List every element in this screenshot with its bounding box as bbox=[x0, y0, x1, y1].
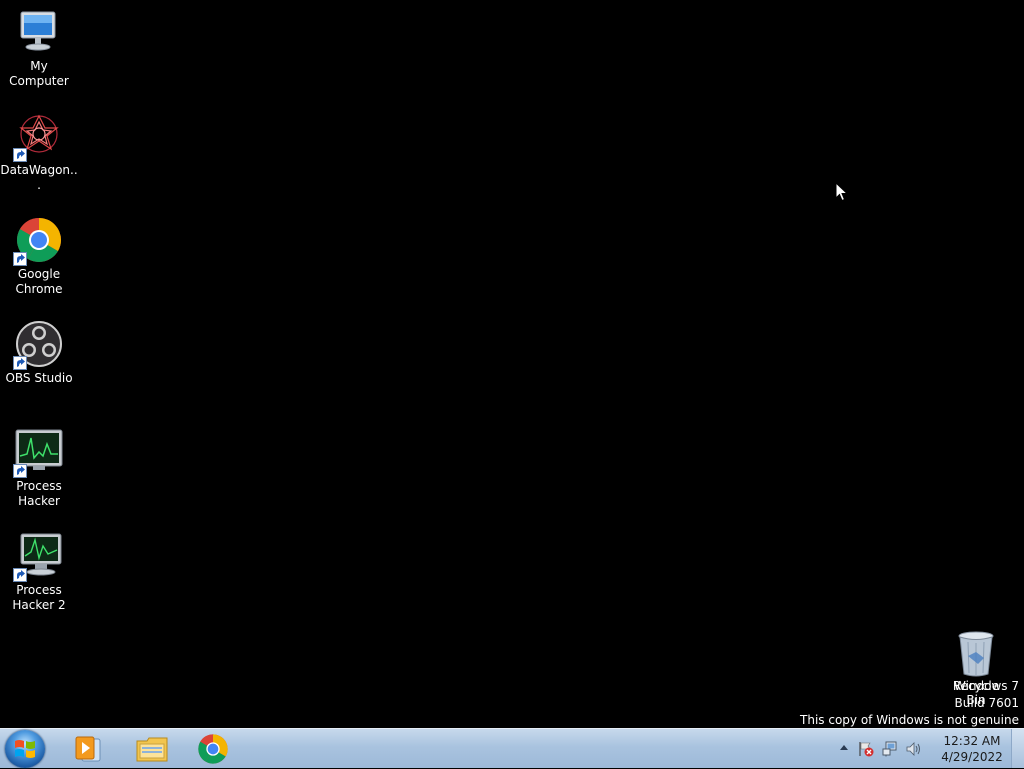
shortcut-arrow-icon bbox=[13, 252, 27, 266]
show-desktop-button[interactable] bbox=[1011, 729, 1024, 768]
desktop-icon-datawagon[interactable]: DataWagon... bbox=[0, 112, 78, 193]
process-hacker-icon bbox=[13, 428, 63, 478]
taskbar-media-player-button[interactable] bbox=[62, 731, 112, 767]
desktop-icon-process-hacker-2[interactable]: Process Hacker 2 bbox=[0, 532, 78, 613]
file-explorer-icon bbox=[136, 737, 168, 762]
taskbar-file-explorer-button[interactable] bbox=[126, 731, 176, 767]
shortcut-arrow-icon bbox=[13, 464, 27, 478]
action-center-flag-icon[interactable] bbox=[858, 741, 874, 757]
icon-label: Google Chrome bbox=[15, 267, 63, 296]
icon-label: DataWagon... bbox=[0, 163, 78, 192]
icon-label: Process Hacker 2 bbox=[12, 583, 66, 612]
shortcut-arrow-icon bbox=[13, 356, 27, 370]
windows-logo-icon bbox=[15, 740, 35, 758]
watermark-build: Build 7601 bbox=[954, 696, 1019, 710]
desktop: My Computer DataWagon... Google Chrome O… bbox=[0, 0, 1024, 728]
desktop-icon-obs-studio[interactable]: OBS Studio bbox=[0, 320, 78, 386]
watermark-genuine-notice: This copy of Windows is not genuine bbox=[800, 713, 1019, 727]
icon-label: OBS Studio bbox=[5, 371, 73, 385]
volume-icon[interactable] bbox=[906, 741, 922, 757]
datawagon-icon bbox=[13, 112, 63, 162]
watermark-os-name: Windows 7 bbox=[953, 679, 1019, 693]
taskbar-chrome-button[interactable] bbox=[188, 731, 238, 767]
mouse-pointer-icon bbox=[835, 181, 849, 206]
shortcut-arrow-icon bbox=[13, 568, 27, 582]
clock-date: 4/29/2022 bbox=[941, 750, 1003, 764]
clock-time: 12:32 AM bbox=[943, 734, 1001, 748]
system-tray: 12:32 AM 4/29/2022 bbox=[834, 729, 1024, 769]
taskbar: 12:32 AM 4/29/2022 bbox=[0, 728, 1024, 768]
recycle-bin-icon bbox=[956, 630, 996, 678]
icon-label: Process Hacker bbox=[16, 479, 62, 508]
chrome-icon bbox=[198, 734, 228, 764]
taskbar-clock[interactable]: 12:32 AM 4/29/2022 bbox=[937, 733, 1007, 765]
media-player-icon bbox=[75, 736, 101, 762]
chrome-icon bbox=[13, 216, 63, 266]
show-hidden-icons-arrow[interactable] bbox=[839, 743, 849, 751]
shortcut-arrow-icon bbox=[13, 148, 27, 162]
not-genuine-watermark: Windows 7 Build 7601 This copy of Window… bbox=[800, 678, 1019, 729]
process-hacker-2-icon bbox=[13, 532, 63, 582]
icon-label: My Computer bbox=[9, 59, 69, 88]
desktop-icon-google-chrome[interactable]: Google Chrome bbox=[0, 216, 78, 297]
start-button[interactable] bbox=[5, 730, 45, 768]
desktop-icon-process-hacker[interactable]: Process Hacker bbox=[0, 428, 78, 509]
desktop-icon-my-computer[interactable]: My Computer bbox=[0, 8, 78, 89]
obs-icon bbox=[13, 320, 63, 370]
network-icon[interactable] bbox=[882, 741, 898, 757]
computer-icon bbox=[15, 8, 63, 56]
